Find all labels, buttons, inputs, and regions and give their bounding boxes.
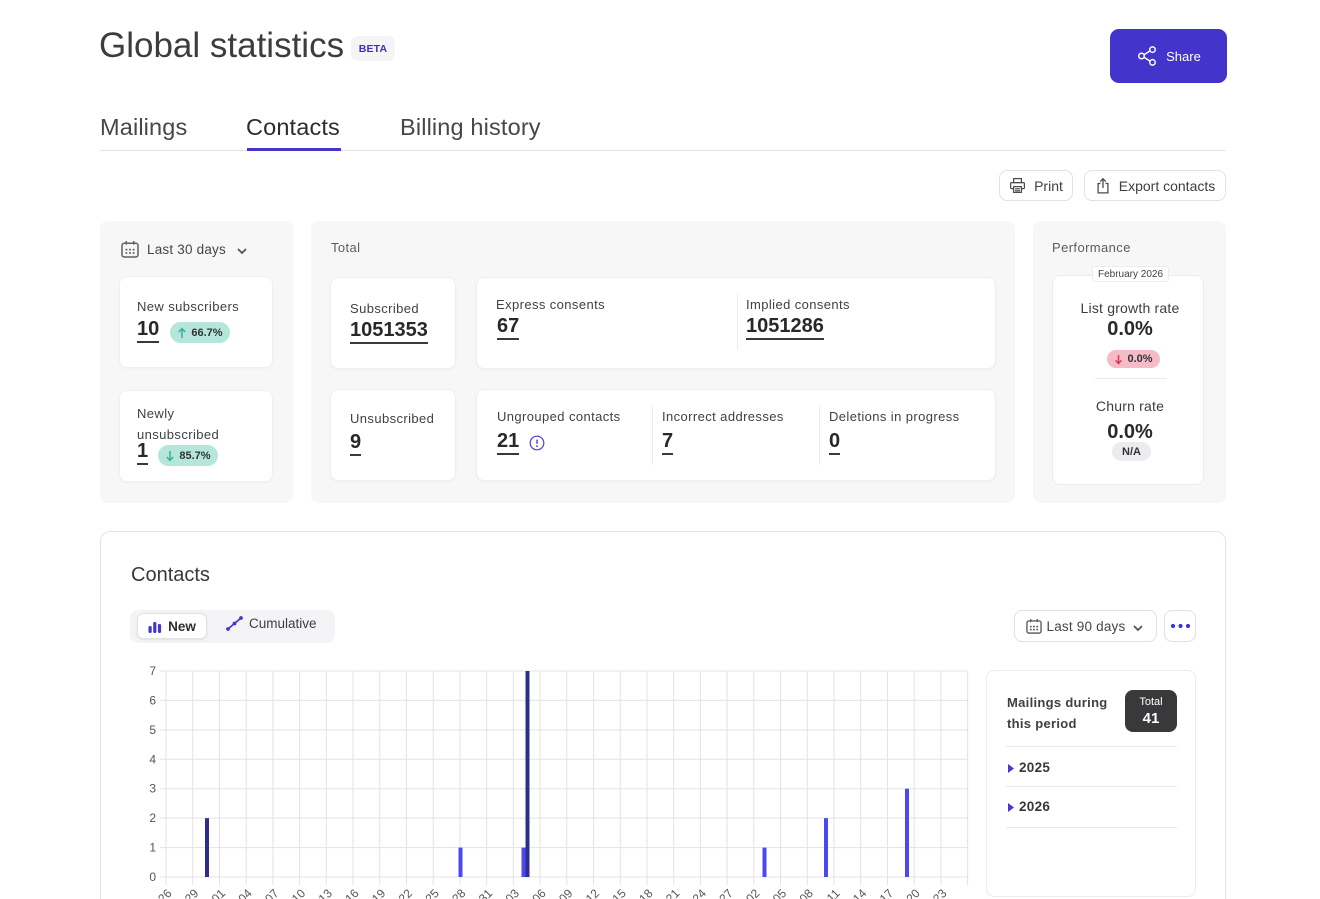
svg-text:26: 26 bbox=[155, 886, 175, 899]
svg-text:2: 2 bbox=[149, 811, 156, 825]
svg-text:07: 07 bbox=[262, 886, 282, 899]
svg-text:18: 18 bbox=[636, 886, 656, 899]
svg-text:24: 24 bbox=[690, 886, 710, 899]
svg-text:02: 02 bbox=[743, 886, 763, 899]
svg-text:10: 10 bbox=[289, 886, 309, 899]
svg-text:3: 3 bbox=[149, 782, 156, 796]
svg-text:4: 4 bbox=[149, 752, 156, 766]
svg-text:1: 1 bbox=[149, 841, 156, 855]
svg-text:19: 19 bbox=[369, 886, 389, 899]
svg-text:27: 27 bbox=[716, 886, 736, 899]
svg-text:01: 01 bbox=[209, 886, 229, 899]
svg-text:0: 0 bbox=[149, 870, 156, 884]
svg-text:5: 5 bbox=[149, 723, 156, 737]
svg-text:06: 06 bbox=[529, 886, 549, 899]
svg-text:16: 16 bbox=[342, 886, 362, 899]
svg-text:6: 6 bbox=[149, 693, 156, 707]
svg-text:22: 22 bbox=[396, 886, 416, 899]
svg-text:25: 25 bbox=[422, 886, 442, 899]
svg-text:20: 20 bbox=[903, 886, 923, 899]
svg-text:7: 7 bbox=[149, 664, 156, 678]
svg-text:03: 03 bbox=[503, 886, 523, 899]
svg-text:31: 31 bbox=[476, 886, 496, 899]
svg-text:28: 28 bbox=[449, 886, 469, 899]
svg-text:21: 21 bbox=[663, 886, 683, 899]
svg-text:11: 11 bbox=[824, 886, 843, 899]
svg-text:17: 17 bbox=[877, 886, 897, 899]
svg-text:09: 09 bbox=[556, 886, 576, 899]
svg-text:14: 14 bbox=[850, 886, 870, 899]
svg-text:12: 12 bbox=[583, 886, 603, 899]
svg-text:23: 23 bbox=[930, 886, 950, 899]
svg-text:05: 05 bbox=[770, 886, 790, 899]
svg-text:15: 15 bbox=[610, 886, 630, 899]
svg-text:29: 29 bbox=[182, 886, 202, 899]
svg-text:04: 04 bbox=[235, 886, 255, 899]
svg-text:08: 08 bbox=[797, 886, 817, 899]
svg-text:13: 13 bbox=[316, 886, 336, 899]
